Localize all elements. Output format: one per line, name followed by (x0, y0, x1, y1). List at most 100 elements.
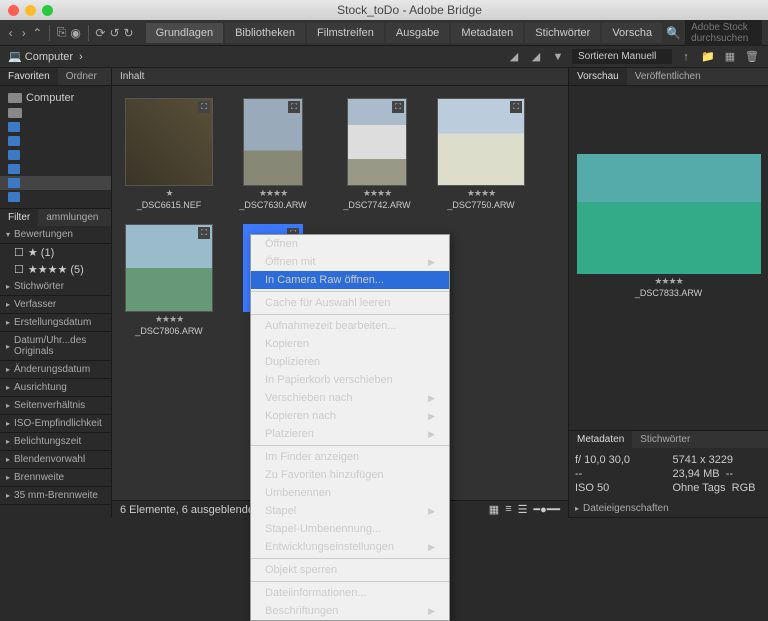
tree-item[interactable] (0, 162, 111, 176)
rating-stars[interactable]: ★★★★ (155, 314, 183, 325)
menu-item[interactable]: In Camera Raw öffnen... (251, 271, 449, 289)
menu-item[interactable]: Verschieben nach▶ (251, 389, 449, 407)
filter2-icon[interactable]: ◢ (528, 50, 544, 64)
search-icon[interactable]: 🔍 (666, 24, 681, 42)
sec-seitenverh[interactable]: Seitenverhältnis (0, 397, 111, 415)
filter-icon[interactable]: ◢ (506, 50, 522, 64)
tree-item[interactable] (0, 176, 111, 190)
tab-filter[interactable]: Filter (0, 209, 38, 226)
breadcrumb-root[interactable]: 💻 Computer (8, 50, 73, 63)
camera-icon[interactable]: ◉ (70, 24, 80, 42)
close-window-icon[interactable] (8, 5, 19, 16)
thumbnail[interactable]: ⛶ ★ _DSC6615.NEF (124, 98, 214, 210)
menu-item[interactable]: Kopieren (251, 335, 449, 353)
menu-item[interactable]: Objekt sperren (251, 561, 449, 579)
forward-icon[interactable]: › (19, 24, 28, 42)
thumbnail[interactable]: ⛶ ★★★★ _DSC7750.ARW (436, 98, 526, 210)
detail-view-icon[interactable]: ☰ (518, 503, 528, 516)
sec-brennweite35[interactable]: 35 mm-Brennweite (0, 487, 111, 505)
menu-item[interactable]: In Papierkorb verschieben (251, 371, 449, 389)
trash-icon[interactable]: 🗑 (744, 50, 760, 64)
sec-blende[interactable]: Blendenvorwahl (0, 451, 111, 469)
rating-stars[interactable]: ★★★★ (363, 188, 391, 199)
thumbnail[interactable]: ⛶ ★★★★ _DSC7630.ARW (228, 98, 318, 210)
sec-belichtung[interactable]: Belichtungszeit (0, 433, 111, 451)
tab-sammlungen[interactable]: ammlungen (38, 209, 106, 226)
sec-datumuhr[interactable]: Datum/Uhr...des Originals (0, 332, 111, 361)
menu-item[interactable]: Cache für Auswahl leeren (251, 294, 449, 312)
list-view-icon[interactable]: ≡ (505, 503, 511, 516)
folder-tree: Computer (0, 86, 111, 208)
sec-ausrichtung[interactable]: Ausrichtung (0, 379, 111, 397)
menu-item[interactable]: Aufnahmezeit bearbeiten... (251, 317, 449, 335)
thumbnail[interactable]: ⛶ ★★★★ _DSC7806.ARW (124, 224, 214, 336)
tree-computer[interactable]: Computer (0, 90, 111, 106)
parent-icon[interactable]: ⌃ (32, 24, 42, 42)
tab-filmstreifen[interactable]: Filmstreifen (307, 23, 384, 43)
rating-stars[interactable]: ★★★★ (259, 188, 287, 199)
back-icon[interactable]: ‹ (6, 24, 15, 42)
sec-stichworter[interactable]: Stichwörter (0, 278, 111, 296)
slider-icon[interactable]: ━●━━ (533, 503, 560, 516)
tab-bibliotheken[interactable]: Bibliotheken (225, 23, 305, 43)
new-folder-icon[interactable]: 📁 (700, 50, 716, 64)
rating-4[interactable]: ☐★★★★ (5) (0, 261, 111, 278)
sec-erstellungsdatum[interactable]: Erstellungsdatum (0, 314, 111, 332)
funnel-icon[interactable]: ▼ (550, 50, 566, 64)
rating-1[interactable]: ☐★ (1) (0, 244, 111, 261)
thumbnail[interactable]: ⛶ ★★★★ _DSC7742.ARW (332, 98, 422, 210)
sec-brennweite[interactable]: Brennweite (0, 469, 111, 487)
rotate-ccw-icon[interactable]: ↺ (109, 24, 119, 42)
rating-stars[interactable]: ★ (165, 188, 172, 199)
sec-iso[interactable]: ISO-Empfindlichkeit (0, 415, 111, 433)
open-icon[interactable]: ▦ (722, 50, 738, 64)
sec-dateieigenschaften[interactable]: Dateieigenschaften (569, 500, 768, 518)
sec-anderung[interactable]: Änderungsdatum (0, 361, 111, 379)
tree-item[interactable] (0, 190, 111, 204)
sort-select[interactable]: Sortieren Manuell (572, 49, 672, 64)
tab-veroffentlichen[interactable]: Veröffentlichen (627, 68, 709, 85)
menu-item[interactable]: Umbenennen (251, 484, 449, 502)
tab-ordner[interactable]: Ordner (58, 68, 105, 85)
menu-item[interactable]: Öffnen (251, 235, 449, 253)
menu-item[interactable]: Platzieren▶ (251, 425, 449, 443)
refresh-icon[interactable]: ⟳ (95, 24, 105, 42)
sort-dir-icon[interactable]: ↑ (678, 50, 694, 64)
tree-item[interactable] (0, 106, 111, 120)
sec-verfasser[interactable]: Verfasser (0, 296, 111, 314)
content-tab[interactable]: Inhalt (112, 68, 568, 86)
menu-item[interactable]: Öffnen mit▶ (251, 253, 449, 271)
rating-stars[interactable]: ★★★★ (467, 188, 495, 199)
menu-item[interactable]: Duplizieren (251, 353, 449, 371)
zoom-window-icon[interactable] (42, 5, 53, 16)
reveal-icon[interactable]: ⎘ (57, 24, 67, 42)
preview-stars[interactable]: ★★★★ (654, 276, 682, 287)
search-input[interactable]: Adobe Stock durchsuchen (685, 20, 762, 46)
rotate-cw-icon[interactable]: ↻ (124, 24, 134, 42)
minimize-window-icon[interactable] (25, 5, 36, 16)
tab-stichworter[interactable]: Stichwörter (525, 23, 600, 43)
menu-item[interactable]: Entwicklungseinstellungen▶ (251, 538, 449, 556)
tab-ausgabe[interactable]: Ausgabe (386, 23, 449, 43)
menu-item[interactable]: Stapel-Umbenennung... (251, 520, 449, 538)
sec-bewertungen[interactable]: Bewertungen (0, 226, 111, 244)
menu-item[interactable]: Zu Favoriten hinzufügen (251, 466, 449, 484)
tab-vorschau[interactable]: Vorschau (569, 68, 627, 85)
tab-grundlagen[interactable]: Grundlagen (146, 23, 224, 43)
menu-item[interactable]: Kopieren nach▶ (251, 407, 449, 425)
menu-item[interactable]: Im Finder anzeigen (251, 448, 449, 466)
menu-item[interactable]: Beschriftungen▶ (251, 602, 449, 620)
tree-item[interactable] (0, 134, 111, 148)
tab-stichworter[interactable]: Stichwörter (632, 431, 698, 448)
menu-item[interactable]: Dateiinformationen... (251, 584, 449, 602)
tab-vorschau[interactable]: Vorscha (602, 23, 662, 43)
tree-item[interactable] (0, 120, 111, 134)
tree-item[interactable] (0, 148, 111, 162)
tab-metadaten[interactable]: Metadaten (451, 23, 523, 43)
tab-favoriten[interactable]: Favoriten (0, 68, 58, 85)
breadcrumb-sep: › (79, 51, 83, 63)
menu-item[interactable]: Stapel▶ (251, 502, 449, 520)
tab-metadaten[interactable]: Metadaten (569, 431, 632, 448)
preview-image[interactable] (577, 154, 761, 274)
grid-view-icon[interactable]: ▦ (489, 503, 499, 516)
